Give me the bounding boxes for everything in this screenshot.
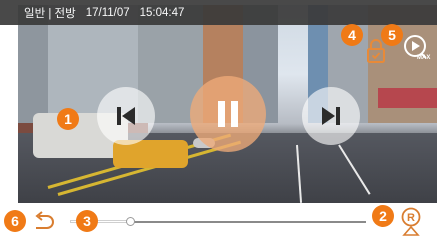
callout-badge-5: 5 (381, 24, 403, 46)
callout-badge-1: 1 (57, 108, 79, 130)
callout-badge-4: 4 (341, 24, 363, 46)
back-icon (35, 211, 54, 229)
time-label: 15:04:47 (139, 6, 185, 19)
progress-track[interactable] (130, 221, 366, 223)
callout-badge-6: 6 (4, 210, 26, 232)
zoom-max-label: MAX (417, 55, 431, 61)
lock-icon (367, 39, 385, 63)
status-bar: 일반 | 전방 17/11/07 15:04:47 (0, 0, 437, 25)
next-icon (322, 107, 340, 125)
record-button[interactable]: R (398, 206, 424, 238)
record-icon: R (401, 207, 421, 236)
zoom-max-button[interactable]: MAX (402, 34, 432, 64)
callout-badge-3: 3 (76, 210, 98, 232)
previous-icon (117, 107, 135, 125)
next-button[interactable] (302, 87, 360, 145)
play-pause-button[interactable] (190, 76, 266, 152)
progress-knob[interactable] (126, 217, 135, 226)
pause-icon (218, 101, 238, 127)
camera-mode-label: 일반 | 전방 (24, 7, 76, 20)
svg-text:R: R (407, 212, 415, 224)
callout-badge-2: 2 (372, 205, 394, 227)
previous-button[interactable] (97, 87, 155, 145)
awning (378, 88, 437, 108)
date-label: 17/11/07 (85, 6, 130, 19)
playback-bar: R (0, 203, 437, 240)
back-button[interactable] (30, 209, 58, 235)
